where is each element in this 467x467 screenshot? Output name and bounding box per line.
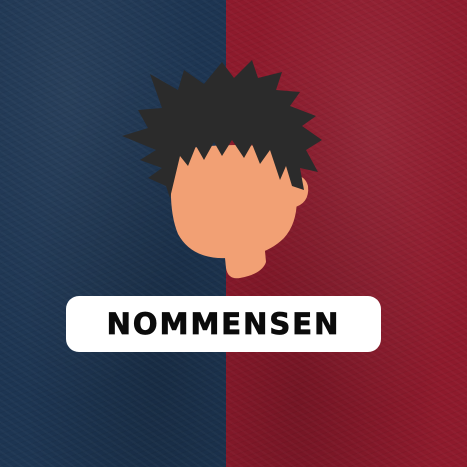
name-badge: NOMMENSEN (66, 296, 381, 352)
player-name: NOMMENSEN (106, 307, 341, 342)
player-card: NOMMENSEN (0, 0, 467, 467)
player-silhouette-icon (122, 60, 322, 279)
